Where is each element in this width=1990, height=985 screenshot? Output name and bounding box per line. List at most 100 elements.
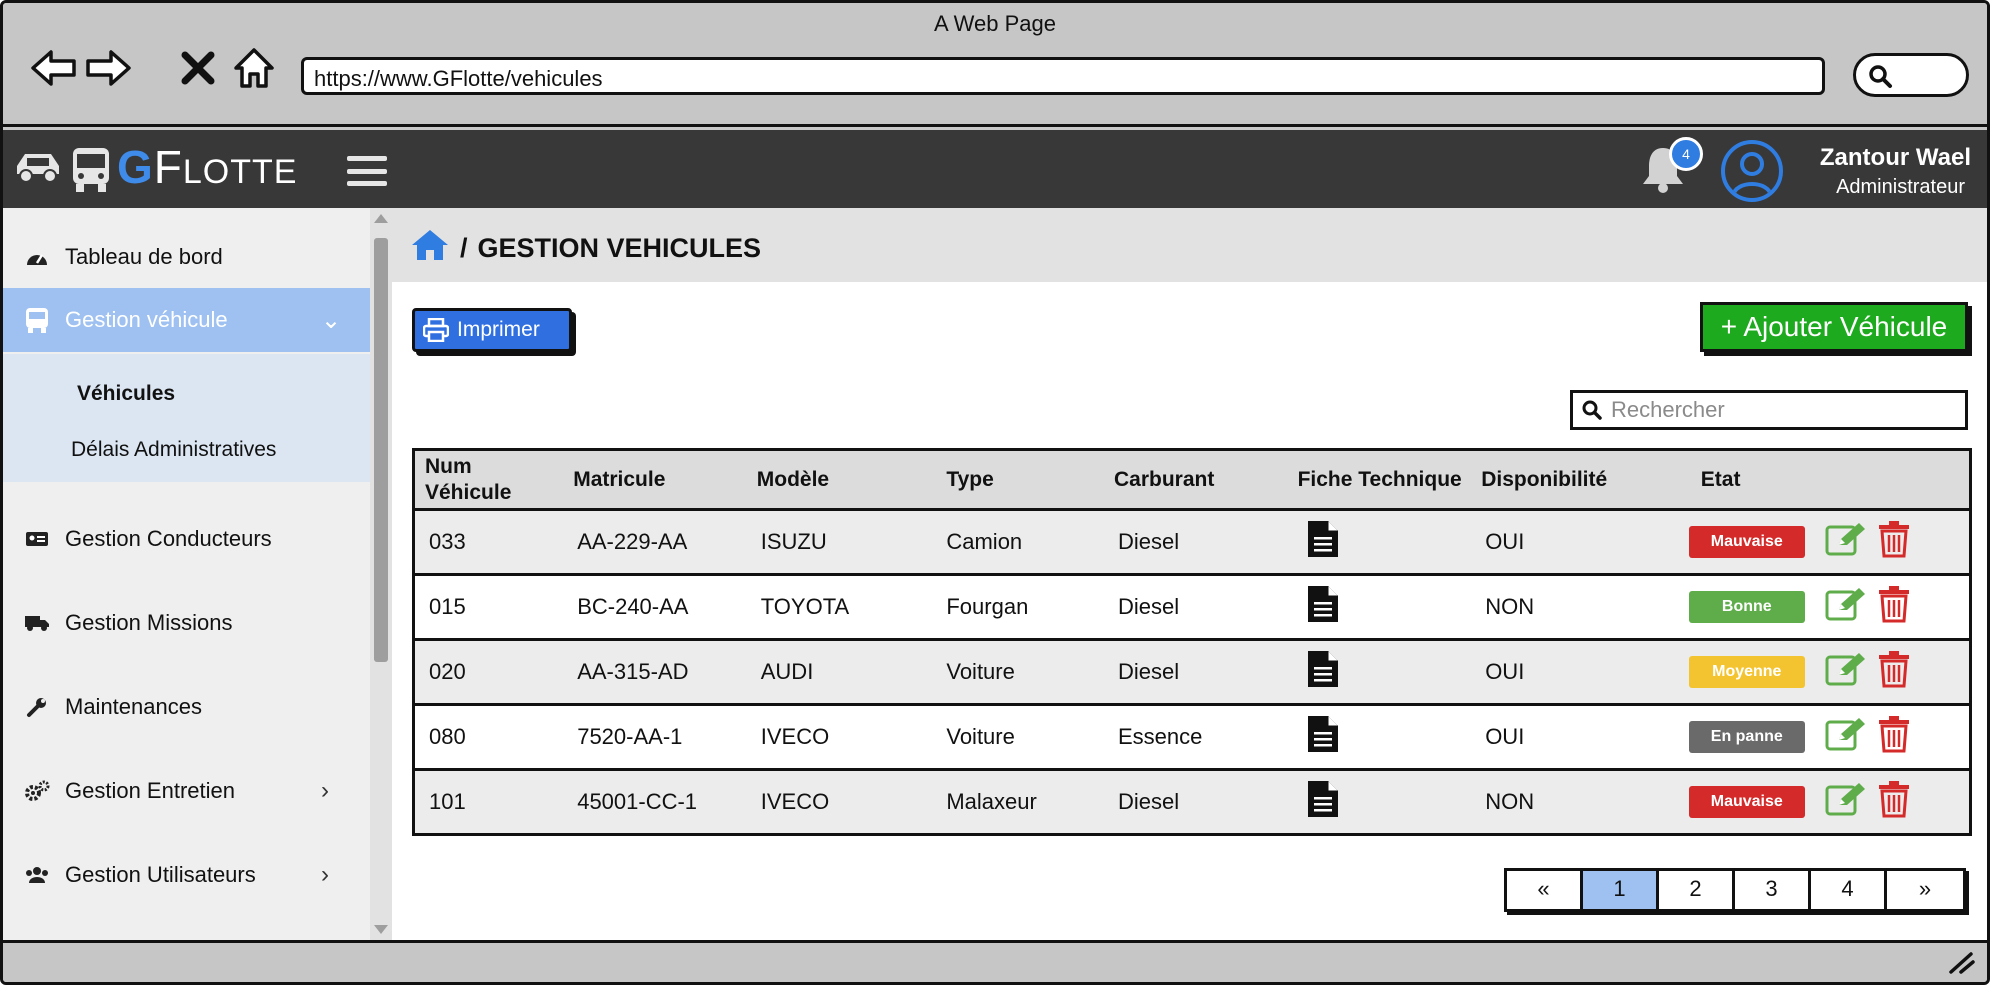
- table-row[interactable]: 033 AA-229-AA ISUZU Camion Diesel OUI Ma…: [413, 509, 1971, 576]
- column-header[interactable]: Type: [918, 449, 1104, 511]
- cell-type: Voiture: [918, 704, 1104, 771]
- sidebar-item-gestion-entretien[interactable]: Gestion Entretien ›: [3, 760, 370, 822]
- avatar[interactable]: [1721, 140, 1783, 202]
- document-icon[interactable]: [1306, 521, 1340, 564]
- print-button[interactable]: Imprimer: [412, 308, 572, 352]
- column-header[interactable]: Disponibilité: [1471, 449, 1681, 511]
- pagination-page[interactable]: 1: [1583, 871, 1659, 909]
- chevron-right-icon: ›: [321, 777, 329, 804]
- pagination-page[interactable]: 3: [1735, 871, 1811, 909]
- cell-disponibilite: OUI: [1471, 704, 1681, 771]
- forward-icon[interactable]: [79, 41, 137, 95]
- chevron-down-icon: ⌄: [321, 306, 342, 334]
- delete-icon[interactable]: [1877, 520, 1911, 564]
- pagination-prev[interactable]: «: [1507, 871, 1583, 909]
- cell-num: 033: [413, 509, 564, 576]
- cell-type: Malaxeur: [918, 769, 1104, 836]
- cell-disponibilite: NON: [1471, 574, 1681, 641]
- search-input[interactable]: [1611, 397, 1931, 423]
- close-icon[interactable]: [169, 41, 227, 95]
- url-input[interactable]: https://www.GFlotte/vehicules: [301, 57, 1825, 95]
- document-icon[interactable]: [1306, 651, 1340, 694]
- scroll-down-arrow[interactable]: [374, 925, 388, 934]
- column-header[interactable]: Fiche Technique: [1287, 449, 1472, 511]
- sidebar-item-gestion-vehicule[interactable]: Gestion véhicule ⌄: [3, 288, 370, 352]
- cell-fiche: [1287, 509, 1472, 576]
- subnav-item-delais-administratives[interactable]: Délais Administratives: [71, 438, 276, 462]
- delete-icon[interactable]: [1877, 715, 1911, 759]
- cell-disponibilite: NON: [1471, 769, 1681, 836]
- column-header[interactable]: Carburant: [1103, 449, 1288, 511]
- column-header[interactable]: Modèle: [746, 449, 919, 511]
- pagination-page[interactable]: 4: [1811, 871, 1887, 909]
- add-vehicle-button[interactable]: + Ajouter Véhicule: [1700, 302, 1968, 352]
- status-badge: Mauvaise: [1688, 786, 1805, 818]
- sidebar-scrollbar[interactable]: [370, 208, 392, 940]
- column-header[interactable]: Matricule: [563, 449, 747, 511]
- pagination-next[interactable]: »: [1887, 871, 1963, 909]
- cell-modele: TOYOTA: [746, 574, 919, 641]
- cell-fiche: [1287, 574, 1472, 641]
- back-icon[interactable]: [25, 41, 83, 95]
- sidebar-item-maintenances[interactable]: Maintenances: [3, 676, 370, 738]
- logo-vehicles-icon: [13, 144, 115, 194]
- delete-icon[interactable]: [1877, 780, 1911, 824]
- edit-icon[interactable]: [1825, 716, 1867, 758]
- edit-icon[interactable]: [1825, 521, 1867, 563]
- sidebar-item-gestion-utilisateurs[interactable]: Gestion Utilisateurs ›: [3, 844, 370, 906]
- cell-fiche: [1287, 769, 1472, 836]
- home-icon[interactable]: [225, 41, 283, 95]
- home-breadcrumb-icon[interactable]: [410, 228, 450, 269]
- search-field[interactable]: [1570, 390, 1968, 430]
- cell-num: 015: [413, 574, 564, 641]
- cell-carburant: Diesel: [1103, 769, 1288, 836]
- scrollbar-thumb[interactable]: [374, 238, 388, 662]
- document-icon[interactable]: [1306, 586, 1340, 629]
- menu-toggle-icon[interactable]: [347, 156, 387, 186]
- browser-search[interactable]: [1853, 53, 1969, 97]
- scroll-up-arrow[interactable]: [374, 214, 388, 223]
- notification-badge: 4: [1669, 137, 1703, 171]
- table-row[interactable]: 080 7520-AA-1 IVECO Voiture Essence OUI …: [413, 704, 1971, 771]
- edit-icon[interactable]: [1825, 586, 1867, 628]
- cell-type: Fourgan: [918, 574, 1104, 641]
- search-icon: [1869, 65, 1892, 88]
- column-header[interactable]: Etat: [1680, 449, 1811, 511]
- browser-window: A Web Page https://www.GFlotte/vehicules…: [0, 0, 1990, 985]
- table-row[interactable]: 020 AA-315-AD AUDI Voiture Diesel OUI Mo…: [413, 639, 1971, 706]
- chevron-right-icon: ›: [321, 861, 329, 888]
- table-row[interactable]: 015 BC-240-AA TOYOTA Fourgan Diesel NON …: [413, 574, 1971, 641]
- column-header-actions: [1810, 449, 1971, 511]
- cell-matricule: BC-240-AA: [563, 574, 747, 641]
- cell-modele: ISUZU: [746, 509, 919, 576]
- cell-matricule: AA-229-AA: [563, 509, 747, 576]
- table-row[interactable]: 101 45001-CC-1 IVECO Malaxeur Diesel NON…: [413, 769, 1971, 836]
- edit-icon[interactable]: [1825, 651, 1867, 693]
- cell-fiche: [1287, 639, 1472, 706]
- resize-grip-icon[interactable]: [1945, 952, 1975, 974]
- user-role: Administrateur: [1836, 176, 1965, 198]
- sidebar-item-gestion-missions[interactable]: Gestion Missions: [3, 592, 370, 654]
- browser-chrome: A Web Page https://www.GFlotte/vehicules: [3, 3, 1987, 127]
- search-icon: [1582, 400, 1602, 420]
- cell-actions: [1810, 769, 1971, 836]
- cell-etat: Mauvaise: [1680, 769, 1811, 836]
- sidebar-item-dashboard[interactable]: Tableau de bord: [3, 226, 370, 288]
- document-icon[interactable]: [1306, 781, 1340, 824]
- column-header[interactable]: Num Véhicule: [413, 449, 564, 511]
- status-badge: Moyenne: [1688, 656, 1805, 688]
- cell-num: 101: [413, 769, 564, 836]
- subnav-item-vehicules[interactable]: Véhicules: [77, 382, 175, 406]
- pagination-page[interactable]: 2: [1659, 871, 1735, 909]
- document-icon[interactable]: [1306, 716, 1340, 759]
- cell-disponibilite: OUI: [1471, 639, 1681, 706]
- delete-icon[interactable]: [1877, 585, 1911, 629]
- app-logo: GFLOTTE: [117, 141, 298, 193]
- sidebar-item-gestion-conducteurs[interactable]: Gestion Conducteurs: [3, 508, 370, 570]
- cell-actions: [1810, 704, 1971, 771]
- vehicles-table: Num Véhicule Matricule Modèle Type Carbu…: [412, 448, 1972, 836]
- edit-icon[interactable]: [1825, 781, 1867, 823]
- sidebar-submenu: Véhicules Délais Administratives: [3, 354, 370, 482]
- delete-icon[interactable]: [1877, 650, 1911, 694]
- cell-etat: Moyenne: [1680, 639, 1811, 706]
